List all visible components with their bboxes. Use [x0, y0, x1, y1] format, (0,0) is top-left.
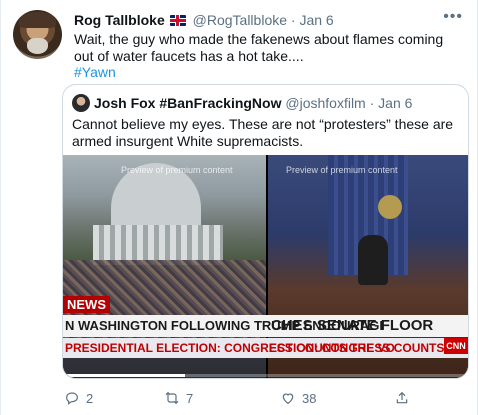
retweet-count: 7	[186, 390, 194, 406]
hashtag-link[interactable]: #Yawn	[74, 64, 116, 80]
separator-dot: ·	[369, 95, 375, 111]
person-in-chair	[358, 235, 388, 285]
reply-button[interactable]: 2	[64, 390, 93, 406]
preview-label-left: Preview of premium content	[121, 165, 233, 175]
tweet-text: Wait, the guy who made the fakenews abou…	[74, 31, 444, 64]
headline-ticker: N WASHINGTON FOLLOWING TRUMP ENCOURAGI C…	[63, 315, 468, 337]
quoted-author-avatar	[72, 94, 90, 112]
avatar-hat	[19, 12, 56, 28]
tweet-card[interactable]: Rog Tallbloke @RogTallbloke · Jan 6 ••• …	[0, 0, 478, 415]
news-label: NEWS	[63, 296, 110, 313]
quoted-tweet[interactable]: Josh Fox #BanFrackingNow @joshfoxfilm · …	[62, 84, 469, 379]
quoted-tweet-date: Jan 6	[378, 95, 413, 111]
quoted-tweet-text: Cannot believe my eyes. These are not “p…	[72, 116, 454, 149]
share-icon	[396, 391, 408, 404]
retweet-button[interactable]: 7	[164, 390, 193, 406]
subticker-right-a: ECTION:	[269, 341, 319, 355]
video-progress-fill	[63, 374, 186, 377]
reply-count: 2	[86, 390, 94, 406]
more-horizontal-icon[interactable]: •••	[443, 9, 463, 25]
quoted-author-handle: @joshfoxfilm	[285, 95, 366, 111]
video-player[interactable]: Preview of premium content Preview of pr…	[63, 155, 468, 378]
reply-icon	[66, 392, 78, 405]
capitol-columns	[93, 225, 223, 265]
separator-dot: ·	[290, 12, 296, 28]
tweet-date[interactable]: Jan 6	[299, 12, 333, 28]
cnn-logo: CNN	[444, 338, 468, 354]
tweet-header: Rog Tallbloke @RogTallbloke · Jan 6	[74, 12, 334, 28]
like-button[interactable]: 38	[280, 390, 316, 406]
uk-flag-icon	[169, 15, 186, 26]
author-avatar[interactable]	[13, 10, 62, 59]
preview-label-right: Preview of premium content	[286, 165, 398, 175]
video-progress-bar[interactable]	[63, 374, 468, 377]
like-count: 38	[302, 390, 317, 406]
headline-right: CHES SENATE FLOOR	[271, 317, 434, 334]
tweet-actions: 2 7 38	[62, 390, 462, 410]
retweet-icon	[165, 391, 179, 405]
senate-seal	[378, 195, 402, 219]
share-button[interactable]	[394, 390, 410, 406]
subticker-left-a: PRESIDENTIAL ELECTION:	[65, 341, 221, 355]
like-icon	[282, 393, 294, 405]
quoted-tweet-header: Josh Fox #BanFrackingNow @joshfoxfilm · …	[94, 95, 412, 111]
author-name[interactable]: Rog Tallbloke	[74, 12, 165, 28]
quoted-author-name: Josh Fox #BanFrackingNow	[94, 95, 282, 111]
news-lower-third: N WASHINGTON FOLLOWING TRUMP ENCOURAGI C…	[63, 315, 468, 363]
sub-ticker: PRESIDENTIAL ELECTION: CONGRESS COUNTS T…	[63, 338, 468, 358]
avatar-beard	[27, 38, 48, 54]
author-handle[interactable]: @RogTallbloke	[193, 12, 287, 28]
